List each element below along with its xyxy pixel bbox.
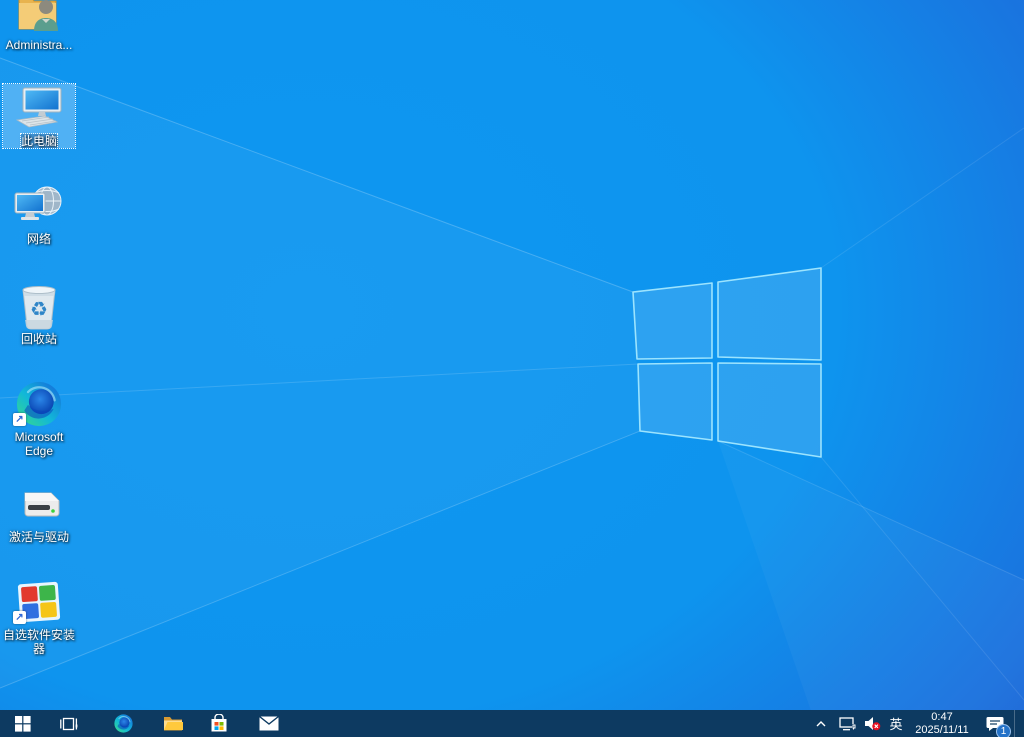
svg-text:♻: ♻ [30, 299, 48, 321]
tray-overflow-button[interactable] [808, 710, 834, 737]
clock-time: 0:47 [931, 710, 953, 723]
desktop-icon-installer[interactable]: ↗ 自选软件安装器 [3, 578, 75, 656]
task-view-icon [60, 717, 78, 730]
microsoft-store-icon [211, 714, 227, 732]
desktop-icon-label: 激活与驱动 [8, 530, 69, 544]
mail-icon [259, 716, 279, 731]
clock-date: 2025/11/11 [915, 723, 969, 736]
notification-count-badge: 1 [996, 724, 1011, 737]
taskbar-edge-button[interactable] [100, 710, 146, 737]
desktop-icon-label: 自选软件安装器 [3, 628, 76, 656]
desktop-icon-this-pc[interactable]: 此电脑 [2, 83, 76, 149]
user-folder-icon [18, 0, 58, 31]
action-center-button[interactable]: 1 [976, 710, 1014, 737]
desktop-icon-label: 网络 [26, 232, 51, 246]
ime-language-indicator[interactable]: 英 [884, 710, 908, 737]
desktop-icon-network[interactable]: 网络 [3, 182, 75, 246]
desktop-icon-edge[interactable]: ↗ Microsoft Edge [3, 380, 75, 458]
shortcut-arrow-icon: ↗ [13, 611, 26, 624]
ethernet-network-icon [838, 716, 856, 730]
desktop-icon-label: 此电脑 [19, 133, 59, 149]
tray-volume-button[interactable] [860, 710, 884, 737]
computer-icon [15, 87, 62, 128]
start-button[interactable] [0, 710, 46, 737]
desktop-icon-label: 回收站 [20, 332, 57, 346]
taskbar: 英 0:47 2025/11/11 1 [0, 710, 1024, 737]
desktop-icon-label: Administra... [5, 38, 73, 52]
taskbar-file-explorer-button[interactable] [150, 710, 196, 737]
task-view-button[interactable] [46, 710, 92, 737]
shortcut-arrow-icon: ↗ [13, 413, 26, 426]
desktop-icon-drivers[interactable]: 激活与驱动 [3, 480, 75, 544]
file-explorer-icon [164, 717, 183, 731]
hard-drive-icon [24, 492, 60, 517]
chevron-up-icon [816, 720, 826, 726]
recycle-bin-icon: ♻ [22, 286, 56, 330]
taskbar-mail-button[interactable] [246, 710, 292, 737]
windows-start-icon [15, 715, 31, 732]
edge-icon [114, 714, 133, 733]
tray-network-button[interactable] [834, 710, 860, 737]
speaker-muted-icon [864, 717, 880, 731]
show-desktop-button[interactable] [1014, 710, 1024, 737]
system-tray: 英 0:47 2025/11/11 1 [808, 710, 1024, 737]
network-globe-icon [14, 186, 62, 220]
windows-logo-wallpaper [0, 57, 1024, 701]
desktop-icon-recycle-bin[interactable]: ♻ 回收站 [3, 282, 75, 346]
taskbar-store-button[interactable] [196, 710, 242, 737]
desktop-icon-administrator[interactable]: Administra... [3, 0, 75, 52]
tray-clock[interactable]: 0:47 2025/11/11 [908, 710, 976, 737]
desktop[interactable]: Administra... 此电脑 网络 ♻ 回收站 ↗ Microsoft E… [0, 0, 1024, 737]
desktop-icon-label: Microsoft Edge [14, 430, 64, 458]
